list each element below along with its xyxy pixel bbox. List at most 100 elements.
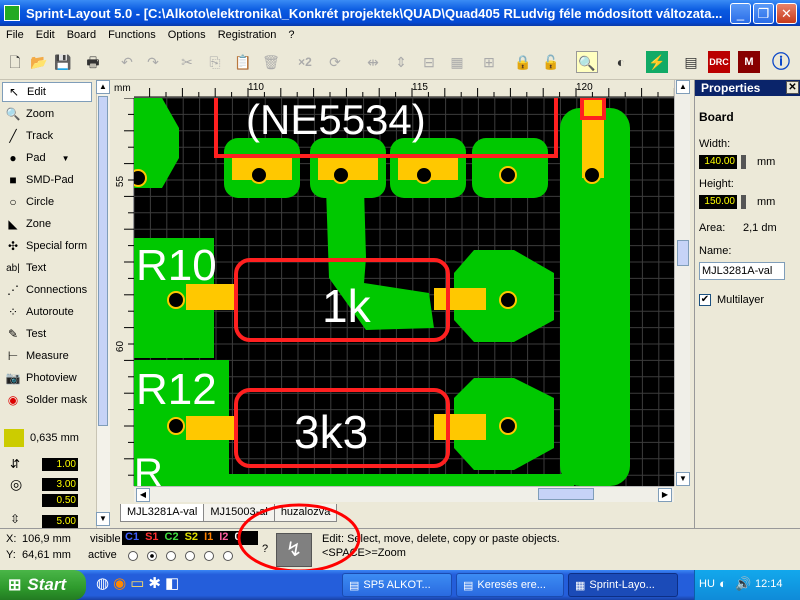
delete-icon[interactable]: 🗑 <box>260 51 282 73</box>
quicklaunch-firefox-icon[interactable]: ◉ <box>113 574 126 592</box>
print-icon[interactable]: 🖶 <box>82 51 104 73</box>
align-icon[interactable]: ⊟ <box>418 51 440 73</box>
tool-zoom[interactable]: 🔍 Zoom <box>2 104 92 124</box>
layer-c2[interactable]: C2 <box>165 531 179 545</box>
layer-s1[interactable]: S1 <box>145 531 158 545</box>
name-input[interactable]: MJL3281A-val <box>699 262 785 280</box>
width-input[interactable]: 140.00 <box>699 155 737 169</box>
tool-text[interactable]: ab| Text <box>2 258 92 278</box>
duplicate-icon[interactable]: ×2 <box>294 51 316 73</box>
height-input[interactable]: 150.00 <box>699 195 737 209</box>
hscroll-left-icon[interactable]: ◀ <box>136 488 150 502</box>
tool-measure[interactable]: ⊢ Measure <box>2 346 92 366</box>
vscroll-down-icon[interactable]: ▼ <box>676 472 690 486</box>
paste-icon[interactable]: 📋 <box>232 51 254 73</box>
group-icon[interactable]: ▦ <box>446 51 468 73</box>
pcb-canvas[interactable]: (NE5534) R10 1k R12 3k3 R <box>134 98 674 486</box>
tool-scroll-down-icon[interactable]: ▼ <box>96 512 110 526</box>
tool-circle[interactable]: ○ Circle <box>2 192 92 212</box>
menu-help[interactable]: ? <box>282 29 300 41</box>
quicklaunch-settings-icon[interactable]: ✱ <box>148 574 161 592</box>
unlock-icon[interactable]: 🔓 <box>540 51 562 73</box>
mirror-horizontal-icon[interactable]: ⇹ <box>362 51 384 73</box>
menu-file[interactable]: File <box>0 29 30 41</box>
multilayer-checkbox[interactable]: ✔ <box>699 294 711 306</box>
tool-zone[interactable]: ◣ Zone <box>2 214 92 234</box>
menu-edit[interactable]: Edit <box>30 29 61 41</box>
cut-icon[interactable]: ✂ <box>176 51 198 73</box>
open-folder-icon[interactable]: 📂 <box>28 51 50 73</box>
layer-i2[interactable]: I2 <box>219 531 228 545</box>
new-file-icon[interactable]: 🗋 <box>4 51 26 73</box>
smd-size-value[interactable]: 5.00 <box>42 515 78 528</box>
mirror-vertical-icon[interactable]: ⇕ <box>390 51 412 73</box>
radio-i2[interactable] <box>223 551 233 561</box>
tool-autoroute[interactable]: ⁘ Autoroute <box>2 302 92 322</box>
menu-registration[interactable]: Registration <box>212 29 283 41</box>
height-spinner[interactable] <box>741 195 746 209</box>
lock-icon[interactable]: 🔒 <box>512 51 534 73</box>
zoom-icon[interactable]: 🔍 <box>576 51 598 73</box>
info-icon[interactable]: ⓘ <box>770 51 792 73</box>
drc-icon[interactable]: DRC <box>708 51 730 73</box>
radio-s1[interactable] <box>147 551 157 561</box>
tool-scroll-up-icon[interactable]: ▲ <box>96 80 110 94</box>
undo-icon[interactable]: ↶ <box>116 51 138 73</box>
properties-close-icon[interactable]: ✕ <box>786 81 799 94</box>
tool-smd-pad[interactable]: ■ SMD-Pad <box>2 170 92 190</box>
tab-mjl3281a-val[interactable]: MJL3281A-val <box>120 504 205 522</box>
tray-network-icon[interactable]: ◐ <box>719 576 727 591</box>
quicklaunch-folder-icon[interactable]: ▭ <box>130 574 144 592</box>
layer-c1[interactable]: C1 <box>125 531 139 545</box>
language-indicator[interactable]: HU <box>699 578 715 590</box>
vscroll-up-icon[interactable]: ▲ <box>676 80 690 94</box>
tool-pad[interactable]: ● Pad ▼ <box>2 148 92 168</box>
macro-icon[interactable]: M <box>738 51 760 73</box>
tool-test[interactable]: ✎ Test <box>2 324 92 344</box>
hscroll-thumb[interactable] <box>538 488 594 500</box>
tool-special-form[interactable]: ✣ Special form <box>2 236 92 256</box>
maximize-button[interactable]: ❐ <box>753 3 774 24</box>
radio-s2[interactable] <box>185 551 195 561</box>
layer-s2[interactable]: S2 <box>185 531 198 545</box>
tool-photoview[interactable]: 📷 Photoview <box>2 368 92 388</box>
pad-dropdown-icon[interactable]: ▼ <box>62 154 70 163</box>
tool-connections[interactable]: ⋰ Connections <box>2 280 92 300</box>
autorouter-icon[interactable]: ⚡ <box>646 51 668 73</box>
menu-board[interactable]: Board <box>61 29 102 41</box>
tool-track[interactable]: ╱ Track <box>2 126 92 146</box>
tool-scroll-thumb[interactable] <box>98 96 108 426</box>
pad-inner-value[interactable]: 0.50 <box>42 494 78 507</box>
zoom-board-icon[interactable]: ◐ <box>610 51 632 73</box>
grid-setting[interactable]: 0,635 mm <box>4 428 94 448</box>
radio-c2[interactable] <box>166 551 176 561</box>
track-width-value[interactable]: 1.00 <box>42 458 78 471</box>
layer-i1[interactable]: I1 <box>204 531 213 545</box>
minimize-button[interactable]: _ <box>730 3 751 24</box>
radio-i1[interactable] <box>204 551 214 561</box>
pad-outer-value[interactable]: 3.00 <box>42 478 78 491</box>
tray-volume-icon[interactable]: 🔊 <box>735 576 751 592</box>
quicklaunch-app-icon[interactable]: ◧ <box>165 574 179 592</box>
task-kereses[interactable]: ▤ Keresés ere... <box>456 573 564 597</box>
save-icon[interactable]: 💾 <box>52 51 74 73</box>
task-sp5-alkot[interactable]: ▤ SP5 ALKOT... <box>342 573 452 597</box>
layer-settings-icon[interactable]: ▤ <box>680 51 702 73</box>
pcb-drawing[interactable]: (NE5534) R10 1k R12 3k3 R <box>134 98 674 486</box>
canvas-vertical-scrollbar[interactable]: ▲ ▼ <box>674 80 690 486</box>
task-sprint-layout[interactable]: ▦ Sprint-Layo... <box>568 573 678 597</box>
menu-options[interactable]: Options <box>162 29 212 41</box>
quicklaunch-browser-icon[interactable]: ◍ <box>96 574 109 592</box>
component-icon[interactable]: ⊞ <box>478 51 500 73</box>
rotate-icon[interactable]: ⟳ <box>324 51 346 73</box>
canvas-horizontal-scrollbar[interactable]: ◀ ▶ <box>134 486 674 502</box>
tool-solder-mask[interactable]: ◉ Solder mask <box>2 390 92 410</box>
width-spinner[interactable] <box>741 155 746 169</box>
tool-edit[interactable]: ↖ Edit <box>2 82 92 102</box>
radio-c1[interactable] <box>128 551 138 561</box>
start-button[interactable]: ⊞ Start <box>0 570 86 600</box>
redo-icon[interactable]: ↷ <box>142 51 164 73</box>
close-button[interactable]: ✕ <box>776 3 797 24</box>
vscroll-thumb[interactable] <box>677 240 689 266</box>
hscroll-right-icon[interactable]: ▶ <box>658 488 672 502</box>
